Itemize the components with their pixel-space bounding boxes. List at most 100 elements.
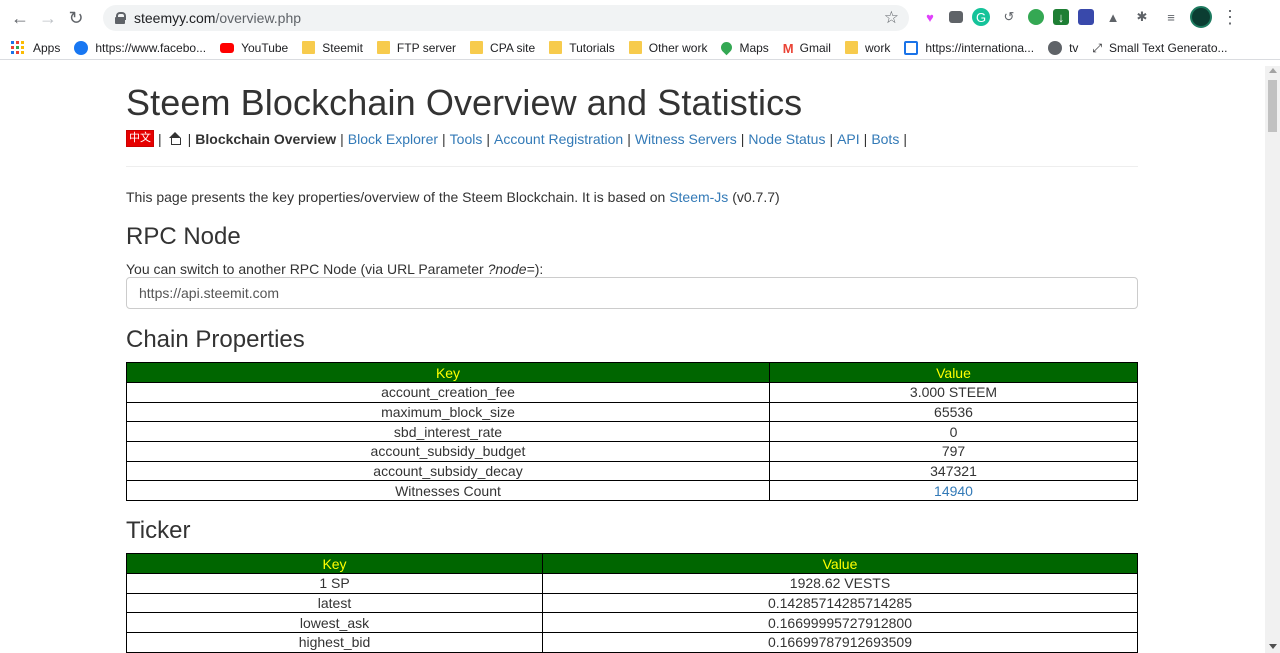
- page-scrollbar[interactable]: [1265, 66, 1280, 653]
- intro-text: This page presents the key properties/ov…: [126, 189, 780, 205]
- scroll-down-arrow-icon[interactable]: [1269, 644, 1277, 649]
- folder-icon: [376, 41, 390, 54]
- row-value: 0.16699995727912800: [542, 612, 1138, 634]
- column-header-value: Value: [769, 362, 1138, 383]
- scroll-up-arrow-icon[interactable]: [1269, 68, 1277, 73]
- profile-avatar[interactable]: [1190, 6, 1212, 28]
- puzzle-extensions-icon[interactable]: ✱: [1132, 7, 1152, 27]
- bookmark-cpa-site[interactable]: CPA site: [470, 41, 535, 55]
- heart-extension-icon[interactable]: ♥: [920, 7, 940, 27]
- row-key: Witnesses Count: [126, 480, 770, 502]
- bookmark-facebook[interactable]: https://www.facebo...: [74, 40, 206, 55]
- nav-link-api[interactable]: API: [837, 131, 860, 147]
- row-key: latest: [126, 592, 543, 614]
- ticker-heading: Ticker: [126, 517, 191, 544]
- colorful-extension-icon[interactable]: [1028, 9, 1044, 25]
- table-row: account_subsidy_decay 347321: [126, 460, 1138, 482]
- history-extension-icon[interactable]: ↺: [999, 7, 1019, 27]
- row-key: sbd_interest_rate: [126, 421, 770, 443]
- column-header-key: Key: [126, 362, 770, 383]
- nav-link-bots[interactable]: Bots: [871, 131, 899, 147]
- row-value: 0.14285714285714285: [542, 592, 1138, 614]
- maps-icon: [719, 39, 735, 56]
- chinese-language-badge[interactable]: 中文: [126, 130, 154, 147]
- table-row: Witnesses Count 14940: [126, 480, 1138, 502]
- bookmark-other-work[interactable]: Other work: [628, 41, 707, 55]
- bookmark-maps[interactable]: Maps: [719, 39, 769, 56]
- row-key: 1 SP: [126, 573, 543, 594]
- apps-grid-icon: [11, 41, 25, 54]
- rpc-node-heading: RPC Node: [126, 223, 241, 250]
- facebook-icon: [74, 40, 89, 55]
- folder-icon: [844, 41, 858, 54]
- menu-dots-icon[interactable]: ⋮: [1221, 7, 1239, 28]
- page-viewport: Steem Blockchain Overview and Statistics…: [0, 66, 1280, 653]
- row-key: maximum_block_size: [126, 401, 770, 423]
- bookmark-youtube[interactable]: YouTube: [220, 41, 288, 55]
- nav-link-block-explorer[interactable]: Block Explorer: [348, 131, 438, 147]
- table-row: 1 SP 1928.62 VESTS: [126, 573, 1138, 594]
- divider: [126, 166, 1138, 167]
- nav-link-witness-servers[interactable]: Witness Servers: [635, 131, 737, 147]
- row-value: 0: [769, 421, 1138, 443]
- nav-link-account-registration[interactable]: Account Registration: [494, 131, 623, 147]
- nav-link-node-status[interactable]: Node Status: [748, 131, 825, 147]
- folder-icon: [549, 41, 563, 54]
- bookmark-apps[interactable]: Apps: [11, 41, 60, 55]
- youtube-icon: [220, 42, 235, 53]
- folder-icon: [302, 41, 316, 54]
- row-value: 3.000 STEEM: [769, 382, 1138, 403]
- arrows-icon: ⤢: [1092, 40, 1103, 55]
- bookmark-tv[interactable]: tv: [1048, 40, 1078, 55]
- table-row: account_subsidy_budget 797: [126, 441, 1138, 462]
- row-value: 797: [769, 441, 1138, 462]
- camera-extension-icon[interactable]: [949, 11, 963, 23]
- site-nav: 中文 | | Blockchain Overview | Block Explo…: [126, 130, 911, 147]
- folder-icon: [628, 41, 642, 54]
- bookmark-tutorials[interactable]: Tutorials: [549, 41, 615, 55]
- fence-extension-icon[interactable]: [1078, 9, 1094, 25]
- row-key: account_subsidy_decay: [126, 460, 770, 482]
- cloud-extension-icon[interactable]: ▲: [1103, 7, 1123, 27]
- lock-icon[interactable]: [115, 12, 126, 24]
- home-icon[interactable]: [168, 132, 182, 145]
- page-title: Steem Blockchain Overview and Statistics: [126, 82, 803, 123]
- row-key: account_creation_fee: [126, 382, 770, 403]
- row-value: 14940: [769, 480, 1138, 502]
- bookmark-work[interactable]: work: [844, 41, 890, 55]
- bookmark-steemit[interactable]: Steemit: [302, 41, 363, 55]
- chain-properties-table: Key Value account_creation_fee 3.000 STE…: [126, 362, 1138, 502]
- forward-icon[interactable]: →: [34, 4, 62, 32]
- bookmark-star-icon[interactable]: ☆: [884, 8, 899, 28]
- reload-icon[interactable]: ↻: [62, 4, 90, 32]
- address-bar[interactable]: steemyy.com/overview.php ☆: [103, 5, 909, 31]
- nav-current-blockchain-overview: Blockchain Overview: [195, 130, 337, 147]
- row-key: account_subsidy_budget: [126, 441, 770, 462]
- table-row: highest_bid 0.16699787912693509: [126, 632, 1138, 653]
- steem-js-link[interactable]: Steem-Js: [669, 189, 728, 205]
- table-row: maximum_block_size 65536: [126, 401, 1138, 423]
- witnesses-count-link[interactable]: 14940: [934, 483, 973, 499]
- scrollbar-thumb[interactable]: [1268, 80, 1277, 132]
- bookmark-gmail[interactable]: M Gmail: [783, 41, 831, 56]
- bookmark-ftp-server[interactable]: FTP server: [376, 41, 456, 55]
- bookmark-international[interactable]: https://internationa...: [904, 40, 1034, 55]
- nav-link-tools[interactable]: Tools: [450, 131, 483, 147]
- rpc-node-input[interactable]: [126, 277, 1138, 309]
- grammarly-icon[interactable]: G: [972, 8, 990, 26]
- table-row: lowest_ask 0.16699995727912800: [126, 612, 1138, 634]
- back-icon[interactable]: ←: [6, 4, 34, 32]
- reading-list-icon[interactable]: ≡: [1161, 7, 1181, 27]
- rpc-note: You can switch to another RPC Node (via …: [126, 261, 544, 277]
- folder-icon: [470, 41, 484, 54]
- url-text[interactable]: steemyy.com/overview.php: [134, 10, 301, 26]
- ticker-table: Key Value 1 SP 1928.62 VESTS latest 0.14…: [126, 553, 1138, 653]
- column-header-key: Key: [126, 553, 543, 574]
- row-key: highest_bid: [126, 632, 543, 653]
- bookmark-small-text-generator[interactable]: ⤢ Small Text Generato...: [1092, 41, 1227, 55]
- table-row: latest 0.14285714285714285: [126, 592, 1138, 614]
- table-row: sbd_interest_rate 0: [126, 421, 1138, 443]
- chain-properties-heading: Chain Properties: [126, 326, 305, 353]
- download-extension-icon[interactable]: ↓: [1053, 9, 1069, 25]
- link-icon: [904, 40, 919, 55]
